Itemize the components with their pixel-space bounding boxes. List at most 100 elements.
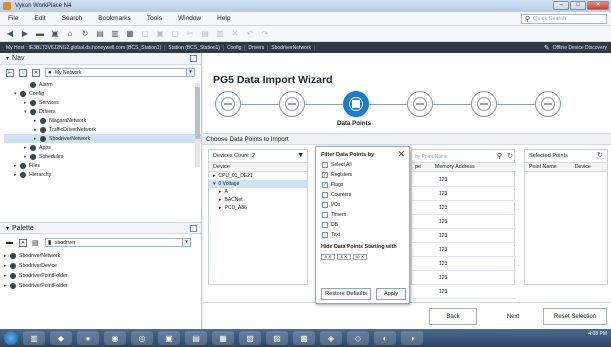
palette-doc-icon[interactable]: ▤	[32, 239, 40, 247]
device-tree-item[interactable]: ▸ BACNet	[209, 196, 307, 204]
paste-icon[interactable]: ▤	[201, 29, 209, 38]
nav-panel-header[interactable]: ▾ Nav	[0, 53, 201, 65]
filter-checkbox[interactable]: ✓ Registers	[316, 170, 409, 180]
checkbox-empty-icon[interactable]	[322, 212, 328, 218]
refresh-icon[interactable]: ↻	[507, 152, 513, 160]
taskbar-app-icon[interactable]: ●	[77, 331, 99, 345]
checkbox-empty-icon[interactable]	[322, 192, 328, 198]
taskbar-app-icon[interactable]: ◇	[347, 331, 369, 345]
nav-refresh-icon[interactable]: ○	[19, 68, 27, 77]
table-row[interactable]: 123	[412, 285, 516, 299]
history-icon[interactable]: ▣	[51, 29, 59, 38]
nav-tree-item[interactable]: ▸ Services	[4, 98, 201, 107]
filter-icon[interactable]: ▼	[297, 152, 304, 159]
nav-scrollbar[interactable]	[195, 83, 200, 167]
close-palette-icon[interactable]: ✕	[19, 238, 27, 247]
taskbar-app-icon[interactable]: ▥	[23, 331, 45, 345]
collapsed-toggle-icon[interactable]: ▸	[219, 189, 222, 195]
palette-select[interactable]: ▮ sbodriver ▾	[45, 238, 191, 247]
checkbox-checked-icon[interactable]: ✓	[322, 182, 328, 188]
copy-icon[interactable]: ▢	[171, 29, 179, 38]
filter-checkbox[interactable]: Select All	[316, 160, 409, 170]
menu-file[interactable]: File	[0, 15, 26, 22]
filter-checkbox[interactable]: ✓ Flags	[316, 180, 409, 190]
palette-item[interactable]: ▸ SbodriverNetwork	[4, 251, 201, 261]
taskbar-app-icon[interactable]: ▨	[266, 331, 288, 345]
wizard-step[interactable]	[535, 91, 561, 117]
breadcrumb-config[interactable]: Config	[224, 44, 246, 51]
console-icon[interactable]: ▥	[111, 29, 119, 38]
device-tree-item[interactable]: ▸ PCD_A86	[209, 204, 307, 212]
duplicate-icon[interactable]: ▥	[216, 29, 224, 38]
close-button[interactable]: ✕	[587, 1, 609, 10]
checkbox-empty-icon[interactable]	[322, 202, 328, 208]
nav-tree-item[interactable]: ▸ Files	[4, 161, 201, 170]
taskbar-app-icon[interactable]: ◑	[401, 331, 423, 345]
restore-defaults-button[interactable]: Restore Defaults	[321, 288, 371, 300]
table-row[interactable]: 123	[412, 201, 516, 215]
wizard-step[interactable]	[215, 91, 241, 117]
table-row[interactable]: 123	[412, 257, 516, 271]
palette-panel-header[interactable]: ▾ Palette	[0, 222, 201, 234]
nav-tree-item[interactable]: ▸ TrafficDriverNetwork	[4, 125, 201, 134]
menu-window[interactable]: Window	[170, 15, 209, 22]
save-icon[interactable]: ▣	[156, 29, 164, 38]
redo-icon[interactable]: ↷	[261, 29, 269, 38]
palette-item[interactable]: ▸ SbodriverPointFolder	[4, 281, 201, 291]
forward-arrow-icon[interactable]: ▶	[21, 29, 29, 38]
breadcrumb-host[interactable]: My Host : IE3BLT3V6J2NG2.global.ds.honey…	[3, 44, 166, 51]
back-arrow-icon[interactable]: ◀	[6, 29, 14, 38]
wizard-step[interactable]	[471, 91, 497, 117]
menu-help[interactable]: Help	[209, 15, 238, 22]
nav-tree-item[interactable]: Alarm	[4, 80, 201, 89]
filter-checkbox[interactable]: Text	[316, 230, 409, 240]
table-row[interactable]: 123	[412, 187, 516, 201]
prefix-chip[interactable]: $ ✕	[337, 254, 351, 260]
menu-tools[interactable]: Tools	[139, 15, 170, 22]
delete-icon[interactable]: ✕	[231, 29, 239, 38]
search-icon[interactable]: ⚲	[497, 152, 502, 160]
minimize-button[interactable]: –	[553, 1, 569, 10]
taskbar-clock[interactable]: 4:08 PM	[588, 331, 607, 337]
taskbar-app-icon[interactable]: ▩	[293, 331, 315, 345]
taskbar-app-icon[interactable]: ▦	[212, 331, 234, 345]
reset-selection-button[interactable]: Reset Selection	[543, 308, 607, 325]
checkbox-empty-icon[interactable]	[322, 222, 328, 228]
nav-tree-item[interactable]: ▸ Schedules	[4, 152, 201, 161]
device-tree-item[interactable]: ▸ CPU_01_DE21	[209, 172, 307, 180]
view-selector[interactable]: ✎ Offline Device Discovery	[544, 44, 607, 52]
new-icon[interactable]: ▢	[141, 29, 149, 38]
palette-item[interactable]: ▸ SbodriverDevice	[4, 261, 201, 271]
breadcrumb-network[interactable]: SbodriverNetwork	[268, 44, 316, 51]
wizard-step[interactable]	[279, 91, 305, 117]
wizard-step[interactable]	[407, 91, 433, 117]
nav-tree-item[interactable]: ▸ SbodriverNetwork	[4, 134, 201, 143]
point-search-input[interactable]: by Point Name ⚲ ↻	[412, 152, 516, 161]
menu-search[interactable]: Search	[54, 15, 91, 22]
nav-tree-item[interactable]: ▸ Hierarchy	[4, 170, 201, 179]
taskbar-app-icon[interactable]: ▤	[185, 331, 207, 345]
taskbar-app-icon[interactable]: ▧	[239, 331, 261, 345]
prefix-chip[interactable]: IO ✕	[353, 254, 367, 260]
prefix-chip[interactable]: A ✕	[321, 254, 335, 260]
panel-close-icon[interactable]	[190, 55, 197, 62]
table-row[interactable]: 123	[412, 271, 516, 285]
device-tree-item[interactable]: ▾ 0 Voltage	[209, 180, 307, 188]
view-menu-icon[interactable]: ▦	[126, 29, 134, 38]
undo-icon[interactable]: ↶	[246, 29, 254, 38]
refresh-icon[interactable]: ↻	[597, 151, 603, 159]
taskbar-app-icon[interactable]: ◉	[104, 331, 126, 345]
network-select[interactable]: ● My Network ▾	[45, 68, 195, 77]
nav-tree-icon[interactable]: ⊢	[6, 68, 14, 77]
maximize-button[interactable]: □	[570, 1, 586, 10]
home-icon[interactable]: ⌂	[66, 29, 74, 38]
menu-edit[interactable]: Edit	[26, 15, 53, 22]
open-palette-icon[interactable]: ▬	[6, 239, 14, 247]
panel-close-icon[interactable]	[190, 225, 197, 232]
side-bar-icon[interactable]: ▤	[96, 29, 104, 38]
collapsed-toggle-icon[interactable]: ▸	[219, 197, 222, 203]
palette-item[interactable]: ▸ SbodriverPointFolder	[4, 271, 201, 281]
taskbar-app-icon[interactable]: ▣	[158, 331, 180, 345]
menu-bookmarks[interactable]: Bookmarks	[90, 15, 139, 22]
refresh-icon[interactable]: ↻	[81, 29, 89, 38]
